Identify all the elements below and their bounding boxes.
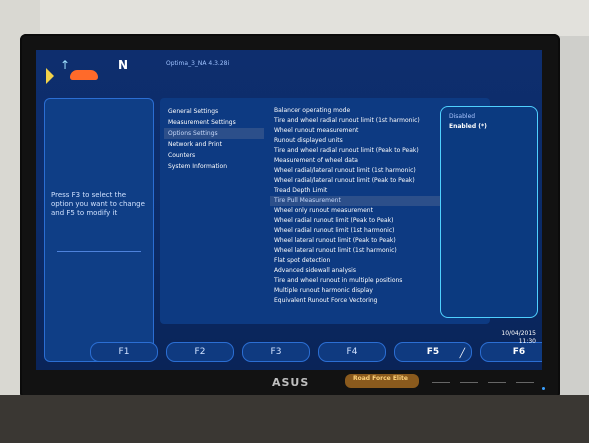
f4-label: F4	[346, 347, 358, 357]
f3-button[interactable]: F3	[242, 342, 310, 362]
f6-label: F6	[512, 347, 526, 357]
top-bar: ↑ N Optima_3_NA 4.3.28i	[36, 50, 542, 96]
brand-sticker: Road Force Elite	[345, 374, 419, 388]
function-key-bar: F1 F2 F3 F4 F5 ╱ F6 ▤	[90, 342, 542, 362]
desk	[0, 395, 589, 443]
f1-button[interactable]: F1	[90, 342, 158, 362]
category-system-information[interactable]: System Information	[164, 161, 264, 172]
help-divider	[57, 251, 141, 252]
f1-label: F1	[118, 347, 130, 357]
app-logo: ↑	[46, 58, 106, 88]
category-network-print[interactable]: Network and Print	[164, 139, 264, 150]
time-text: 11:30	[518, 338, 536, 345]
category-general-settings[interactable]: General Settings	[164, 106, 264, 117]
edit-icon: ╱	[459, 349, 465, 359]
monitor-control[interactable]	[460, 382, 478, 383]
category-measurement-settings[interactable]: Measurement Settings	[164, 117, 264, 128]
logo-arrow-icon: ↑	[60, 58, 71, 72]
car-icon	[70, 70, 98, 80]
f5-button[interactable]: F5 ╱	[394, 342, 472, 362]
f4-button[interactable]: F4	[318, 342, 386, 362]
category-options-settings[interactable]: Options Settings	[164, 128, 264, 139]
f2-label: F2	[194, 347, 206, 357]
value-disabled[interactable]: Disabled	[449, 113, 475, 120]
date-time: 10/04/2015 11:30	[501, 330, 536, 346]
power-led	[542, 387, 545, 390]
logo-triangle-icon	[46, 68, 54, 84]
value-selector-panel[interactable]: Disabled Enabled (*)	[440, 106, 538, 318]
app-screen: ↑ N Optima_3_NA 4.3.28i Press F3 to sele…	[36, 50, 542, 370]
monitor-brand: ASUS	[272, 376, 310, 389]
date-text: 10/04/2015	[501, 330, 536, 337]
value-enabled-selected[interactable]: Enabled (*)	[449, 123, 487, 130]
settings-categories: General Settings Measurement Settings Op…	[164, 106, 264, 172]
app-title: Optima_3_NA 4.3.28i	[166, 60, 230, 67]
background-wall	[0, 0, 589, 36]
help-text: Press F3 to select the option you want t…	[51, 191, 145, 217]
monitor-control[interactable]	[516, 382, 534, 383]
sticker-text: Road Force Elite	[353, 375, 408, 382]
f2-button[interactable]: F2	[166, 342, 234, 362]
monitor-control[interactable]	[488, 382, 506, 383]
f5-label: F5	[426, 347, 440, 357]
left-help-panel: Press F3 to select the option you want t…	[44, 98, 154, 362]
monitor-control[interactable]	[432, 382, 450, 383]
category-counters[interactable]: Counters	[164, 150, 264, 161]
north-arrow-icon: N	[118, 58, 129, 72]
f3-label: F3	[270, 347, 282, 357]
